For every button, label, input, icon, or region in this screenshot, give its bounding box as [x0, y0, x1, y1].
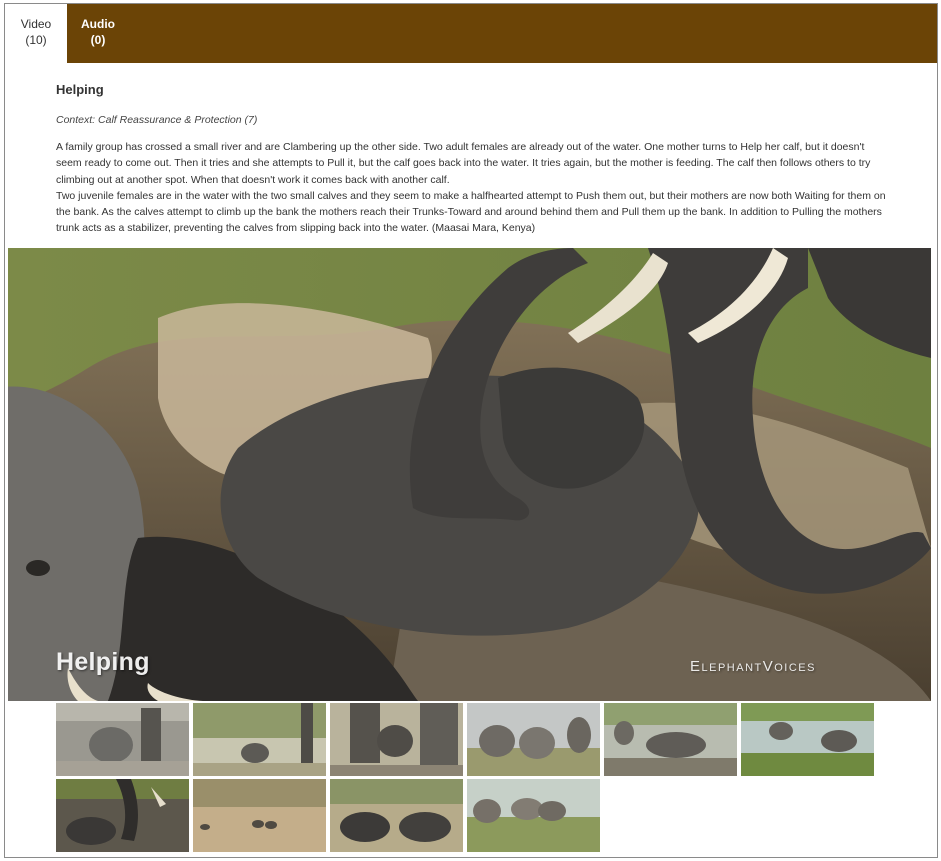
- video-thumbnail[interactable]: [604, 703, 737, 776]
- video-thumbnail[interactable]: [330, 703, 463, 776]
- video-thumbnail[interactable]: [330, 779, 463, 852]
- video-thumbnail[interactable]: [467, 703, 600, 776]
- tab-audio[interactable]: Audio (0): [67, 4, 129, 63]
- video-frame-image: [8, 248, 931, 701]
- description-paragraph: A family group has crossed a small river…: [56, 141, 871, 186]
- video-thumbnail[interactable]: [56, 703, 189, 776]
- video-overlay-title: Helping: [56, 648, 150, 676]
- tab-video-count: (10): [25, 33, 47, 47]
- video-thumbnail[interactable]: [56, 779, 189, 852]
- tab-audio-count: (0): [90, 33, 106, 47]
- tab-video-label: Video: [20, 17, 52, 31]
- tab-audio-label: Audio: [81, 17, 115, 31]
- video-thumbnail[interactable]: [467, 779, 600, 852]
- clip-details: Helping Context: Calf Reassurance & Prot…: [56, 82, 886, 237]
- video-thumbnail[interactable]: [193, 703, 326, 776]
- brand-watermark: ElephantVoices: [690, 658, 816, 675]
- video-player[interactable]: Helping ElephantVoices: [8, 248, 931, 701]
- tab-video[interactable]: Video (10): [5, 4, 67, 63]
- video-thumbnail[interactable]: [741, 703, 874, 776]
- description-paragraph: Two juvenile females are in the water wi…: [56, 189, 886, 235]
- clip-description: A family group has crossed a small river…: [56, 139, 886, 237]
- video-panel: Video (10) Audio (0) Helping Context: Ca…: [4, 3, 938, 858]
- clip-title: Helping: [56, 82, 104, 97]
- video-thumbnail[interactable]: [193, 779, 326, 852]
- tab-bar: Video (10) Audio (0): [5, 4, 937, 63]
- clip-context: Context: Calf Reassurance & Protection (…: [56, 114, 258, 126]
